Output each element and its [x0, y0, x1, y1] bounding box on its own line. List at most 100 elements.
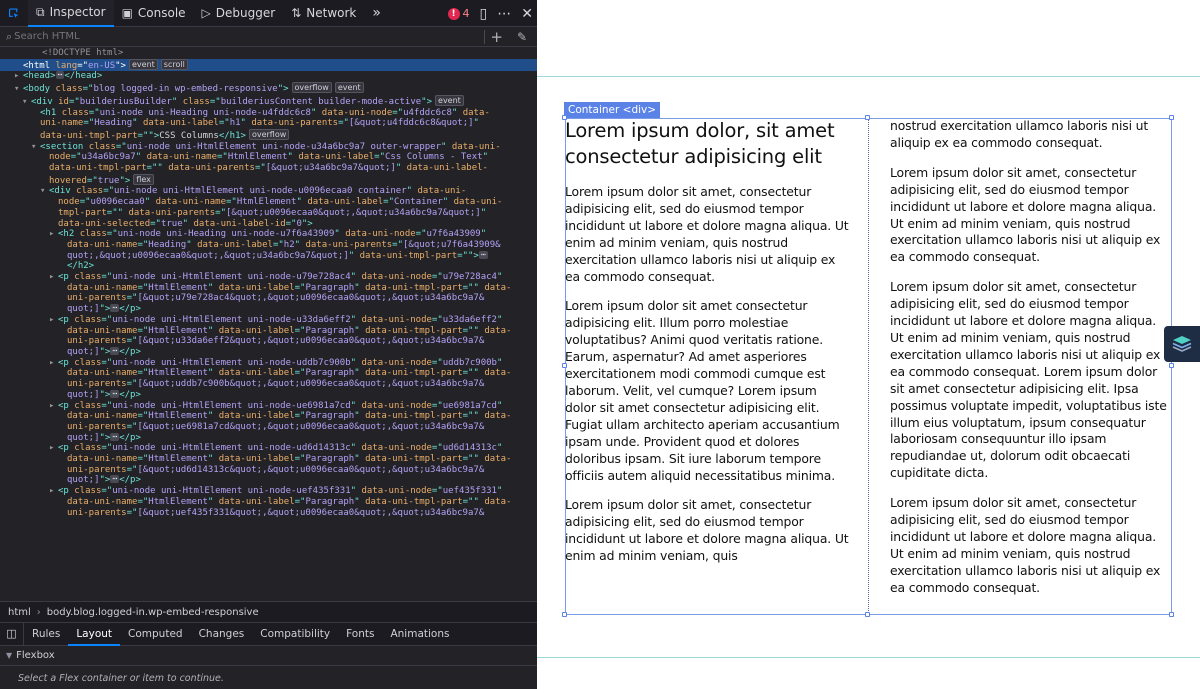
markup-line[interactable]: ▾ <div id="builderiusBuilder" class="buil… [0, 94, 537, 108]
expand-right-icon[interactable]: ▸ [14, 71, 23, 82]
markup-line[interactable]: ▸ <p class="uni-node uni-HtmlElement uni-… [0, 272, 537, 283]
scroll-badge[interactable]: scroll [160, 58, 188, 70]
error-count-button[interactable]: ! 4 [447, 7, 470, 20]
markup-line[interactable]: uni-parents="[&quot;uddb7c900b&quot;,&qu… [0, 379, 537, 390]
markup-line[interactable]: uni-parents="[&quot;uef435f331&quot;,&qu… [0, 508, 537, 519]
markup-line[interactable]: data-uni-name="HtmlElement" data-uni-lab… [0, 454, 537, 465]
markup-line[interactable]: uni-parents="[&quot;ue6981a7cd&quot;,&qu… [0, 422, 537, 433]
container-label[interactable]: Container <div> [564, 102, 661, 118]
expand-down-icon[interactable]: ▾ [22, 97, 31, 108]
tab-computed[interactable]: Computed [120, 623, 191, 646]
collapsed-content-icon[interactable]: ⋯ [110, 475, 120, 484]
markup-line[interactable]: quot;]"> ⋯ </p> [0, 346, 537, 358]
markup-line[interactable]: data-uni-name="HtmlElement" data-uni-lab… [0, 368, 537, 379]
tab-network[interactable]: ⇅ Network [283, 0, 364, 27]
builder-panel-button[interactable] [1164, 326, 1200, 362]
event-badge[interactable]: event [334, 82, 364, 94]
resize-handle[interactable] [865, 612, 870, 617]
expand-right-icon[interactable]: ▸ [49, 272, 58, 283]
markup-line[interactable]: ▾ <section class="uni-node uni-HtmlElemen… [0, 142, 537, 153]
event-badge[interactable]: event [128, 58, 158, 70]
search-input[interactable] [14, 31, 455, 42]
expand-right-icon[interactable]: ▸ [49, 401, 58, 412]
expand-right-icon[interactable]: ▸ [49, 229, 58, 240]
markup-line[interactable]: uni-parents="[&quot;ud6d14313c&quot;,&qu… [0, 465, 537, 476]
markup-line[interactable]: ▸ <p class="uni-node uni-HtmlElement uni-… [0, 401, 537, 412]
tab-inspector[interactable]: ⧉ Inspector [28, 0, 114, 27]
tab-debugger[interactable]: ▷ Debugger [194, 0, 284, 27]
markup-line[interactable]: quot;]"> ⋯ </p> [0, 389, 537, 401]
collapsed-content-icon[interactable]: ⋯ [110, 304, 120, 313]
breadcrumb-current[interactable]: body.blog.logged-in.wp-embed-responsive [47, 607, 259, 618]
expand-down-icon[interactable]: ▾ [14, 84, 23, 95]
markup-line[interactable]: data-uni-name="Heading" data-uni-label="… [0, 240, 537, 251]
tab-rules[interactable]: Rules [24, 623, 68, 646]
markup-line[interactable]: data-uni-name="HtmlElement" data-uni-lab… [0, 497, 537, 508]
markup-line[interactable]: data-uni-name="HtmlElement" data-uni-lab… [0, 326, 537, 337]
resize-handle[interactable] [1169, 612, 1174, 617]
expand-right-icon[interactable]: ▸ [49, 315, 58, 326]
collapsed-content-icon[interactable]: ⋯ [110, 389, 120, 398]
markup-line[interactable]: quot;]"> ⋯ </p> [0, 304, 537, 315]
markup-line[interactable]: uni-parents="[&quot;u33da6eff2&quot;,&qu… [0, 336, 537, 347]
expand-right-icon[interactable]: ▸ [49, 443, 58, 454]
tab-animations[interactable]: Animations [382, 623, 457, 646]
breadcrumb-root[interactable]: html [8, 607, 31, 618]
markup-line[interactable]: ▸ <head> ⋯ </head> [0, 71, 537, 82]
markup-line[interactable]: data-uni-name="HtmlElement" data-uni-lab… [0, 411, 537, 422]
markup-line[interactable]: node="u0096ecaa0" data-uni-name="HtmlEle… [0, 197, 537, 208]
resize-handle[interactable] [562, 612, 567, 617]
markup-line[interactable]: node="u34a6bc9a7" data-uni-name="HtmlEle… [0, 152, 537, 163]
expand-down-icon[interactable]: ▾ [31, 142, 40, 153]
resize-handle[interactable] [865, 115, 870, 120]
markup-line[interactable]: quot;]"> ⋯ </p> [0, 432, 537, 444]
overflow-badge[interactable]: overflow [248, 128, 290, 140]
element-picker-button[interactable] [0, 0, 28, 27]
markup-line[interactable]: ▸ <p class="uni-node uni-HtmlElement uni-… [0, 315, 537, 326]
flexbox-section-header[interactable]: ▼ Flexbox [0, 646, 537, 666]
markup-line[interactable]: </h2> [0, 261, 537, 272]
responsive-mode-icon[interactable]: ▯ [480, 6, 488, 22]
more-options-icon[interactable]: ⋯ [497, 6, 511, 22]
tab-console[interactable]: ▣ Console [114, 0, 194, 27]
tab-fonts[interactable]: Fonts [338, 623, 382, 646]
markup-line[interactable]: quot;]"> ⋯ </p> [0, 475, 537, 486]
markup-line[interactable]: ▸ <p class="uni-node uni-HtmlElement uni-… [0, 358, 537, 369]
markup-line[interactable]: ▸ <p class="uni-node uni-HtmlElement uni-… [0, 443, 537, 454]
more-tools-button[interactable]: » [364, 0, 389, 27]
markup-line[interactable]: data-uni-selected="true" data-uni-label-… [0, 219, 537, 230]
markup-line[interactable]: ▾ <body class="blog logged-in wp-embed-re… [0, 82, 537, 95]
markup-line[interactable]: <!DOCTYPE html> [0, 48, 537, 59]
event-badge[interactable]: event [435, 94, 464, 106]
markup-line[interactable]: <html lang="en-US"> event scroll [0, 58, 537, 72]
markup-line[interactable]: ▾ <div class="uni-node uni-HtmlElement un… [0, 186, 537, 197]
markup-line[interactable]: uni-parents="[&quot;u79e728ac4&quot;,&qu… [0, 293, 537, 304]
eyedropper-icon[interactable]: ✎ [517, 30, 527, 44]
add-node-icon[interactable]: + [490, 28, 503, 46]
collapsed-content-icon[interactable]: ⋯ [110, 346, 120, 355]
markup-line[interactable]: data-uni-name="HtmlElement" data-uni-lab… [0, 283, 537, 294]
markup-line[interactable]: uni-name="Heading" data-uni-label="h1" d… [0, 118, 537, 129]
close-icon[interactable]: ✕ [521, 6, 533, 22]
markup-line[interactable]: ▸ <h2 class="uni-node uni-Heading uni-nod… [0, 229, 537, 240]
markup-line[interactable]: ▸ <p class="uni-node uni-HtmlElement uni-… [0, 486, 537, 497]
expand-down-icon[interactable]: ▾ [40, 186, 49, 197]
markup-line[interactable]: data-uni-tmpl-part="" data-uni-parents="… [0, 163, 537, 174]
tab-compatibility[interactable]: Compatibility [252, 623, 338, 646]
markup-line[interactable]: data-uni-tmpl-part="">CSS Columns</h1> ov… [0, 128, 537, 142]
markup-at: class [79, 229, 107, 240]
expand-right-icon[interactable]: ▸ [49, 486, 58, 497]
tab-changes[interactable]: Changes [191, 623, 253, 646]
collapsed-content-icon[interactable]: ⋯ [110, 432, 120, 441]
markup-line[interactable]: tmpl-part="" data-uni-parents="[&quot;u0… [0, 208, 537, 219]
collapsed-content-icon[interactable]: ⋯ [478, 250, 488, 259]
markup-line[interactable]: hovered="true"> flex [0, 173, 537, 187]
flex-badge[interactable]: flex [133, 173, 154, 185]
tab-layout[interactable]: Layout [68, 623, 121, 646]
toggle-sidebar-icon[interactable]: ◫ [0, 622, 24, 646]
markup-line[interactable]: <h1 class="uni-node uni-Heading uni-node… [0, 108, 537, 119]
expand-right-icon[interactable]: ▸ [49, 358, 58, 369]
overflow-badge[interactable]: overflow [291, 82, 332, 94]
markup-line[interactable]: quot;,&quot;u0096ecaa0&quot;,&quot;u34a6… [0, 250, 537, 262]
markup-tag: =" [431, 314, 443, 325]
